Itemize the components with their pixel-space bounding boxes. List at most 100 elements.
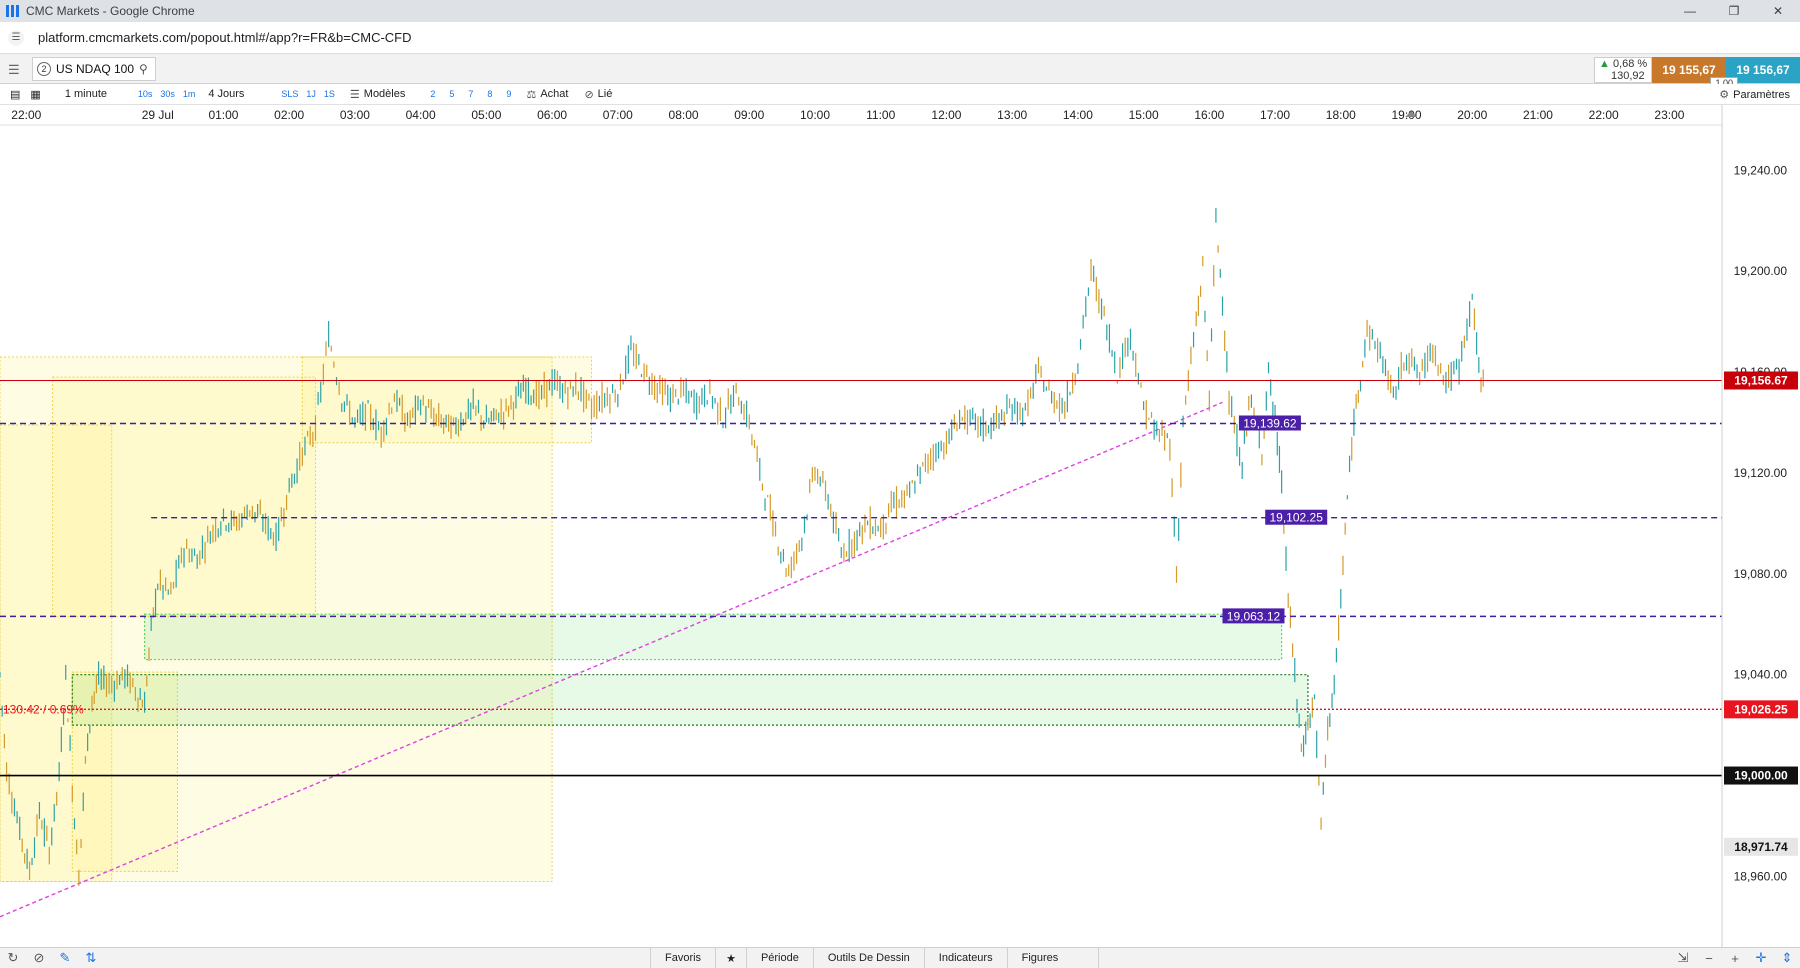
interval-30s[interactable]: 30s xyxy=(156,89,179,99)
hamburger-menu-icon[interactable]: ☰ xyxy=(8,62,20,78)
time-tick-label: 18:00 xyxy=(1326,108,1356,122)
indicators-tab[interactable]: Indicateurs xyxy=(923,948,1007,968)
minimize-icon[interactable]: — xyxy=(1668,0,1712,22)
level-label-0: 19,139.62 xyxy=(1243,416,1297,430)
close-icon[interactable]: ✕ xyxy=(1756,0,1800,22)
time-tick-label: 09:00 xyxy=(734,108,764,122)
change-percent: 0,68 % xyxy=(1612,58,1648,70)
period-1j[interactable]: 1J xyxy=(302,89,320,99)
time-tick-label: 12:00 xyxy=(931,108,961,122)
sell-price: 19 155,67 xyxy=(1662,63,1716,77)
price-chart[interactable]: 22:00 29 Jul 01:00 02:00 03:00 04:00 05:00 06:0… xyxy=(0,105,1800,947)
change-absolute: 130,92 xyxy=(1611,70,1645,82)
low-price-tag: 18,971.74 xyxy=(1734,840,1788,854)
bottom-bar: ↻ ⊘ ✎ ⇅ Favoris ★ Période Outils De Dess… xyxy=(0,947,1800,968)
layout-8[interactable]: 8 xyxy=(483,89,496,99)
time-tick-label: 15:00 xyxy=(1129,108,1159,122)
link-group-icon[interactable]: 2 xyxy=(37,62,51,76)
time-tick-label: 29 Jul xyxy=(142,108,174,122)
crosshair-icon[interactable]: ⇅ xyxy=(78,948,104,968)
price-tick-label: 19,120.00 xyxy=(1734,466,1788,480)
zoom-in-icon[interactable]: + xyxy=(1722,948,1748,968)
period-tab[interactable]: Période xyxy=(745,948,813,968)
price-axis xyxy=(1722,105,1800,947)
price-chart-svg[interactable]: 22:00 29 Jul 01:00 02:00 03:00 04:00 05:00 06:0… xyxy=(0,105,1800,947)
level-label-2: 19,063.12 xyxy=(1227,609,1281,623)
interval-1m[interactable]: 1m xyxy=(179,89,200,99)
price-tick-label: 18,960.00 xyxy=(1734,869,1788,883)
time-tick-label: 21:00 xyxy=(1523,108,1553,122)
yellow-zone-3 xyxy=(301,356,593,444)
daily-change: ▲ 0,68 % 130,92 xyxy=(1594,57,1652,83)
scale-icon: ⚖ xyxy=(526,88,537,101)
symbol-name: US NDAQ 100 xyxy=(56,62,135,76)
url-text[interactable]: platform.cmcmarkets.com/popout.html#/app… xyxy=(38,30,412,45)
address-bar[interactable]: ☰ platform.cmcmarkets.com/popout.html#/a… xyxy=(0,22,1800,54)
layout-5[interactable]: 5 xyxy=(445,89,458,99)
time-tick-label: 01:00 xyxy=(208,108,238,122)
refresh-icon[interactable]: ↻ xyxy=(0,948,26,968)
disable-icon[interactable]: ⊘ xyxy=(26,948,52,968)
time-tick-label: 03:00 xyxy=(340,108,370,122)
zoom-out-icon[interactable]: − xyxy=(1696,948,1722,968)
time-tick-label: 19:00 xyxy=(1392,108,1422,122)
buy-button[interactable]: ⚖ Achat xyxy=(521,84,573,105)
restore-icon[interactable]: ❐ xyxy=(1712,0,1756,22)
time-tick-label: 13:00 xyxy=(997,108,1027,122)
price-tick-label: 19,040.00 xyxy=(1734,668,1788,682)
favorites-tab[interactable]: Favoris xyxy=(650,948,715,968)
time-tick-label: 10:00 xyxy=(800,108,830,122)
gear-icon: ⚙ xyxy=(1719,89,1730,101)
list-icon[interactable]: ▤ xyxy=(0,84,25,105)
sell-price-button[interactable]: 19 155,67 1,00 xyxy=(1652,57,1738,89)
site-settings-icon[interactable]: ☰ xyxy=(8,29,24,46)
period-select[interactable]: 4 Jours xyxy=(203,84,277,105)
linked-label: Lié xyxy=(597,88,613,100)
symbol-selector[interactable]: 2 US NDAQ 100 ⚲ xyxy=(32,57,156,81)
browser-title-bar: CMC Markets - Google Chrome — ❐ ✕ xyxy=(0,0,1800,22)
price-tick-label: 19,200.00 xyxy=(1734,264,1788,278)
templates-button[interactable]: ☰ Modèles xyxy=(345,84,410,105)
star-icon[interactable]: ★ xyxy=(715,948,746,968)
time-tick-label: 04:00 xyxy=(406,108,436,122)
pencil-icon[interactable]: ✎ xyxy=(52,948,78,968)
level-label-1: 19,102.25 xyxy=(1270,511,1324,525)
figures-tab[interactable]: Figures xyxy=(1006,948,1100,968)
time-tick-label: 07:00 xyxy=(603,108,633,122)
linked-button[interactable]: ⊘ Lié xyxy=(579,84,617,105)
vertical-expand-icon[interactable]: ⇕ xyxy=(1774,948,1800,968)
interval-select[interactable]: 1 minute xyxy=(60,84,134,105)
level-tag-red: 19,026.25 xyxy=(1734,702,1788,716)
time-tick-label: 23:00 xyxy=(1654,108,1684,122)
green-zone-1 xyxy=(71,674,1309,726)
time-tick-label: 16:00 xyxy=(1194,108,1224,122)
time-tick-label: 02:00 xyxy=(274,108,304,122)
interval-10s[interactable]: 10s xyxy=(134,89,157,99)
crosshair-tool-icon[interactable]: ✛ xyxy=(1748,948,1774,968)
time-tick-label: 17:00 xyxy=(1260,108,1290,122)
period-sls[interactable]: SLS xyxy=(277,89,302,99)
time-tick-label: 05:00 xyxy=(471,108,501,122)
period-1s[interactable]: 1S xyxy=(320,89,339,99)
search-icon[interactable]: ⚲ xyxy=(139,62,148,76)
fit-icon[interactable]: ⇲ xyxy=(1670,948,1696,968)
layout-9[interactable]: 9 xyxy=(502,89,515,99)
templates-label: Modèles xyxy=(363,88,406,100)
time-tick-label: 22:00 xyxy=(11,108,41,122)
time-tick-label: 14:00 xyxy=(1063,108,1093,122)
grid-layout-icon[interactable]: ▦ xyxy=(25,84,45,105)
time-tick-label: 06:00 xyxy=(537,108,567,122)
price-tick-label: 19,240.00 xyxy=(1734,163,1788,177)
settings-label: Paramètres xyxy=(1733,88,1790,101)
time-tick-label: 22:00 xyxy=(1589,108,1619,122)
measure-label: 130.42 / 0.69% xyxy=(3,702,84,716)
layout-2[interactable]: 2 xyxy=(426,89,439,99)
layout-7[interactable]: 7 xyxy=(464,89,477,99)
link-icon: ⊘ xyxy=(584,88,594,101)
current-price-tag: 19,156.67 xyxy=(1734,374,1788,388)
drawing-tools-tab[interactable]: Outils De Dessin xyxy=(812,948,924,968)
window-title: CMC Markets - Google Chrome xyxy=(26,4,195,18)
settings-button[interactable]: ⚙ Paramètres xyxy=(1719,84,1790,105)
buy-price: 19 156,67 xyxy=(1736,63,1790,77)
price-quote: ▲ 0,68 % 130,92 19 155,67 1,00 19 156,67 xyxy=(1594,57,1800,89)
